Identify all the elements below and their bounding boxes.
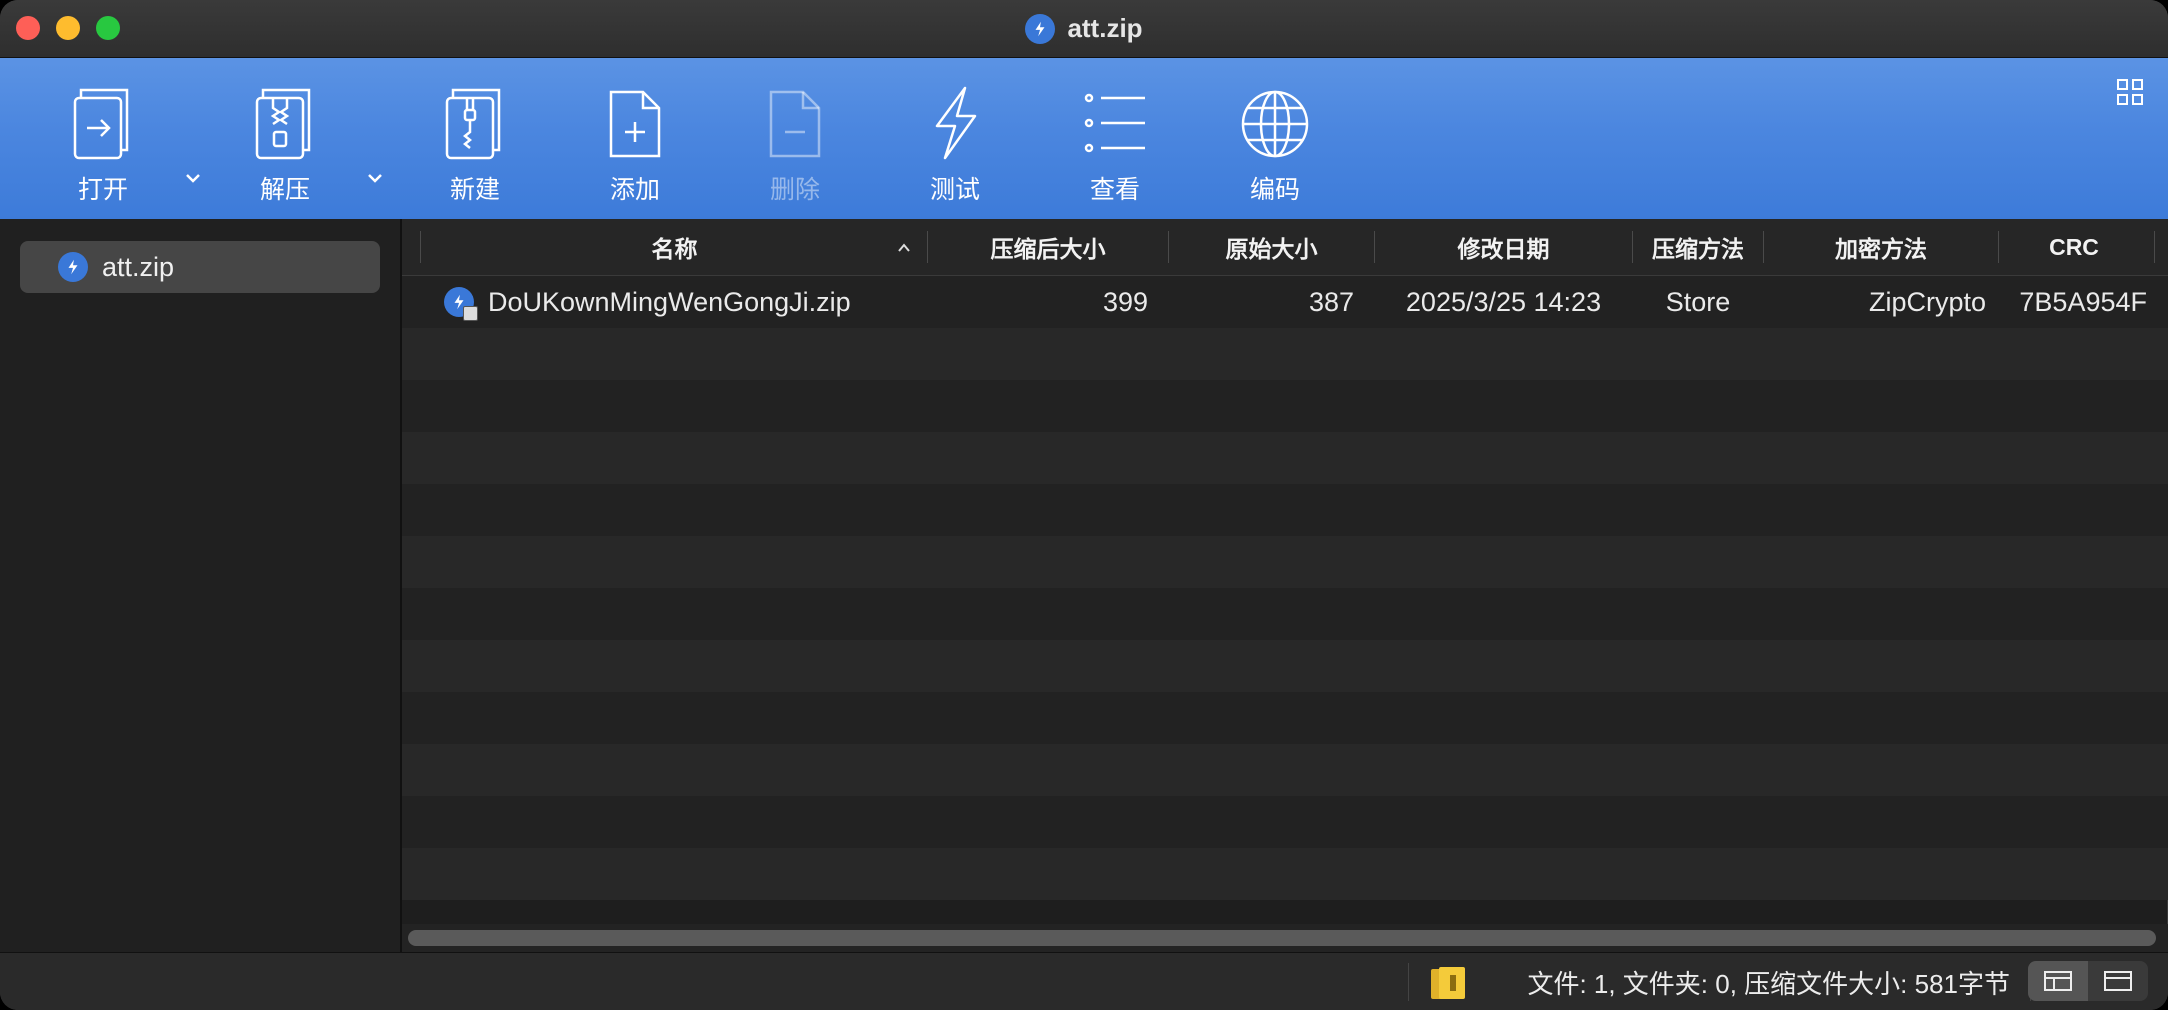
column-header-crc[interactable]: CRC — [1999, 219, 2149, 275]
new-archive-label: 新建 — [449, 176, 500, 204]
open-dropdown-chevron-icon[interactable] — [181, 166, 205, 190]
delete-button[interactable]: 删除 — [735, 84, 855, 206]
toolbar: 打开 解压 新建 添加 删除 测试 查看 编码 — [0, 58, 2168, 219]
app-window: att.zip 打开 解压 新建 添加 删除 测试 查看 编码 att.zip … — [0, 0, 2168, 1010]
add-file-icon — [609, 90, 661, 158]
sidebar: att.zip — [0, 219, 402, 952]
sidebar-item-att-zip[interactable]: att.zip — [20, 241, 380, 293]
table-header: 名称 压缩后大小 原始大小 修改日期 压缩方法 加密方法 CRC — [402, 219, 2168, 276]
column-header-modified-date[interactable]: 修改日期 — [1375, 219, 1632, 275]
horizontal-scrollbar[interactable] — [408, 930, 2156, 946]
encoding-button[interactable]: 编码 — [1215, 84, 1335, 206]
zip-file-icon — [1025, 13, 1056, 44]
table-body: DoUKownMingWenGongJi.zip 399 387 2025/3/… — [402, 276, 2168, 924]
file-table: 名称 压缩后大小 原始大小 修改日期 压缩方法 加密方法 CRC DoUKown… — [402, 219, 2168, 924]
open-label: 打开 — [77, 176, 128, 204]
delete-label: 删除 — [769, 176, 820, 204]
list-icon — [1084, 93, 1145, 153]
full-view-button[interactable] — [2088, 961, 2148, 1001]
zip-file-icon — [58, 252, 88, 282]
row-encryption-method: ZipCrypto — [1868, 286, 1986, 317]
extract-dropdown-chevron-icon[interactable] — [363, 166, 387, 190]
delete-file-icon — [769, 90, 821, 158]
add-button[interactable]: 添加 — [575, 84, 695, 206]
row-compressed-size: 399 — [1102, 286, 1148, 317]
file-zip-locked-icon — [444, 276, 478, 328]
globe-icon — [1241, 90, 1309, 158]
column-header-compression-method[interactable]: 压缩方法 — [1633, 219, 1763, 275]
view-mode-toggle — [2028, 961, 2148, 1001]
sidebar-item-label: att.zip — [102, 251, 175, 282]
column-header-encryption-method[interactable]: 加密方法 — [1764, 219, 1998, 275]
open-button[interactable]: 打开 — [43, 84, 163, 206]
full-layout-icon — [2104, 971, 2132, 991]
row-modified-date: 2025/3/25 14:23 — [1405, 286, 1602, 317]
sort-ascending-icon — [898, 243, 910, 252]
title-bar: att.zip — [0, 0, 2168, 58]
new-archive-icon — [445, 88, 501, 160]
new-archive-button[interactable]: 新建 — [415, 84, 535, 206]
window-title-text: att.zip — [1067, 13, 1143, 43]
test-label: 测试 — [929, 176, 980, 204]
extract-icon — [255, 88, 311, 160]
lock-badge-icon — [463, 306, 478, 321]
table-row[interactable]: DoUKownMingWenGongJi.zip 399 387 2025/3/… — [402, 276, 2168, 328]
row-crc: 7B5A954F — [2019, 286, 2147, 317]
encoding-label: 编码 — [1249, 176, 1300, 204]
column-header-original-size[interactable]: 原始大小 — [1169, 219, 1374, 275]
archive-folder-icon[interactable] — [1428, 963, 1468, 1003]
window-title: att.zip — [0, 0, 2168, 57]
test-button[interactable]: 测试 — [895, 84, 1015, 206]
extract-label: 解压 — [259, 176, 310, 204]
lightning-icon — [935, 86, 977, 160]
status-summary: 文件: 1, 文件夹: 0, 压缩文件大小: 581字节 — [1527, 968, 2010, 999]
column-header-compressed-size[interactable]: 压缩后大小 — [928, 219, 1168, 275]
status-bar: 文件: 1, 文件夹: 0, 压缩文件大小: 581字节 — [0, 952, 2168, 1010]
view-button[interactable]: 查看 — [1055, 84, 1175, 206]
row-original-size: 387 — [1308, 286, 1354, 317]
row-name: DoUKownMingWenGongJi.zip — [488, 286, 851, 317]
column-header-name[interactable]: 名称 — [422, 219, 927, 275]
split-view-button[interactable] — [2028, 961, 2088, 1001]
open-icon — [73, 88, 129, 160]
grid-view-icon[interactable] — [2116, 78, 2144, 106]
row-compression-method: Store — [1665, 286, 1731, 317]
sidebar-layout-icon — [2044, 971, 2072, 991]
view-label: 查看 — [1089, 176, 1140, 204]
extract-button[interactable]: 解压 — [225, 84, 345, 206]
add-label: 添加 — [609, 176, 660, 204]
